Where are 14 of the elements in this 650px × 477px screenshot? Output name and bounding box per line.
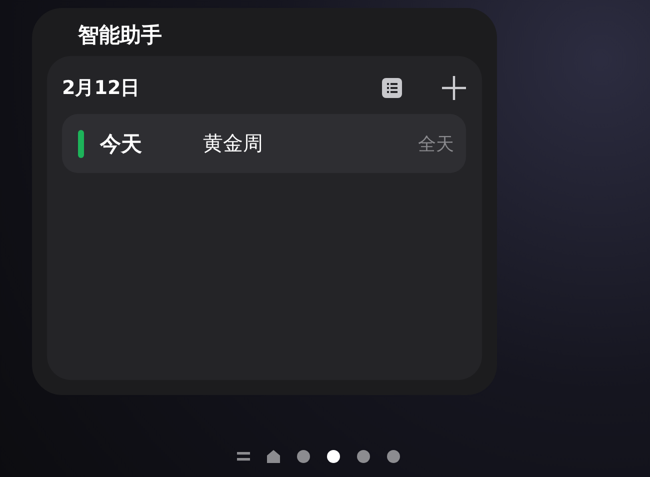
event-day: 今天 (100, 130, 203, 158)
event-title: 黄金周 (203, 130, 264, 157)
page-dot[interactable] (386, 450, 400, 462)
event-row[interactable]: 今天 黄金周 全天 (62, 114, 466, 173)
widget-title: 智能助手 (78, 22, 162, 49)
page-dot[interactable] (296, 450, 310, 462)
page-dot[interactable] (356, 450, 370, 462)
page-dot[interactable] (326, 450, 340, 462)
page-list-icon[interactable] (236, 450, 250, 462)
list-icon[interactable] (382, 78, 402, 98)
add-icon[interactable] (442, 76, 466, 100)
event-time: 全天 (418, 132, 454, 156)
date-label: 2月12日 (62, 76, 141, 101)
home-icon[interactable] (266, 450, 280, 462)
